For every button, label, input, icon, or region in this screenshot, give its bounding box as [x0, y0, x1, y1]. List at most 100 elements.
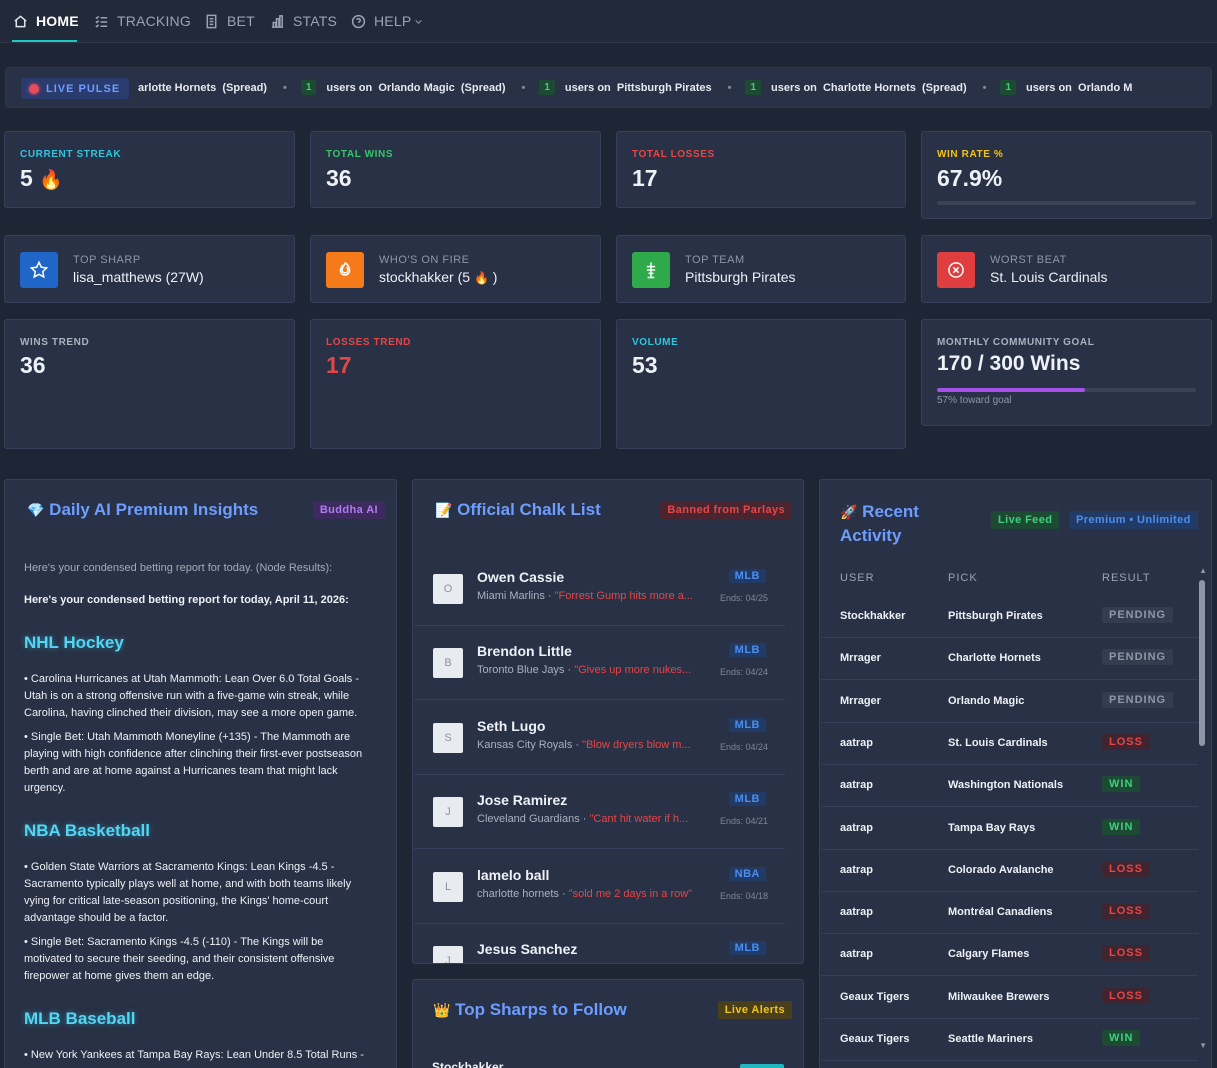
scroll-up-arrow[interactable]: ▲	[1199, 566, 1207, 575]
activity-pick: Pittsburgh Pirates	[948, 610, 1043, 622]
player-name: Jose Ramirez	[477, 792, 568, 808]
player-quote: "Cant hit water if h...	[589, 813, 689, 825]
nav-help-label: HELP	[374, 13, 412, 29]
col-header-result: RESULT	[1102, 572, 1151, 584]
nav-stats-label: STATS	[293, 13, 338, 29]
live-pulse-label: LIVE PULSE	[46, 82, 121, 95]
pulse-count: 1	[300, 80, 317, 95]
nav-tracking[interactable]: TRACKING	[94, 0, 191, 42]
activity-row[interactable]: aatrap Washington Nationals WIN	[821, 765, 1198, 808]
player-name: Owen Cassie	[477, 569, 565, 585]
worst-beat-card: WORST BEAT St. Louis Cardinals	[921, 235, 1212, 303]
avatar: O	[433, 574, 463, 604]
activity-user: aatrap	[840, 948, 874, 961]
live-feed-tag: Live Feed	[991, 511, 1060, 529]
stat-label: VOLUME	[632, 337, 679, 348]
player-team-quote: Cleveland Guardians · "Cant hit water if…	[477, 813, 689, 825]
result-badge: LOSS	[1102, 860, 1150, 877]
highlight-value[interactable]: stockhakker (5 🔥 )	[379, 269, 497, 285]
result-badge: PENDING	[1102, 691, 1174, 708]
player-team: charlotte hornets	[477, 888, 559, 900]
win-rate-card: WIN RATE % 67.9%	[921, 131, 1212, 219]
top-team-icon-box	[632, 252, 670, 288]
stat-value: 36	[20, 352, 46, 378]
ends-date: Ends: 04/24	[719, 667, 768, 677]
league-badge: MLB	[728, 792, 766, 806]
activity-title-line2: Activity	[840, 526, 902, 545]
activity-user: Geaux Tigers	[840, 990, 910, 1003]
premium-tag: Premium • Unlimited	[1069, 511, 1198, 529]
chalk-row[interactable]: O Owen Cassie Miami Marlins · "Forrest Gum…	[414, 552, 785, 626]
chevron-down-icon	[415, 19, 423, 24]
fire-icon: 🔥	[39, 170, 63, 191]
highlight-value[interactable]: St. Louis Cardinals	[990, 269, 1108, 285]
receipt-icon	[206, 14, 217, 28]
activity-user: Stockhakker	[840, 610, 906, 622]
chalk-row[interactable]: B Brendon Little Toronto Blue Jays · "Give…	[414, 626, 785, 700]
activity-pick: Tampa Bay Rays	[948, 821, 1036, 834]
stat-label: WIN RATE %	[937, 149, 1004, 160]
pulse-separator: •	[282, 81, 287, 94]
top-team-card: TOP TEAM Pittsburgh Pirates	[616, 235, 906, 303]
goal-note: 57% toward goal	[937, 395, 1012, 406]
chalk-row[interactable]: S Seth Lugo Kansas City Royals · "Blow dry…	[414, 701, 785, 775]
activity-pick: Colorado Avalanche	[948, 863, 1054, 876]
activity-row[interactable]: aatrap Calgary Flames LOSS	[821, 934, 1198, 977]
activity-row[interactable]: Mrrager Orlando Magic PENDING	[821, 681, 1198, 723]
highlight-value[interactable]: Pittsburgh Pirates	[685, 269, 796, 285]
nav-home[interactable]: HOME	[13, 0, 79, 42]
activity-row[interactable]: Stockhakker Pittsburgh Pirates PENDING	[821, 596, 1198, 638]
stat-label: LOSSES TREND	[326, 337, 411, 348]
activity-row[interactable]: aatrap Tampa Bay Rays WIN	[821, 808, 1198, 850]
result-badge: LOSS	[1102, 903, 1150, 920]
nav-bet[interactable]: BET	[204, 0, 255, 42]
pulse-item-text: users on Charlotte Hornets (Spread)	[771, 81, 967, 94]
activity-title-line1: Recent	[862, 502, 919, 521]
activity-row[interactable]: Geaux Tigers Milwaukee Brewers LOSS	[821, 977, 1198, 1019]
pulse-item-text: users on Orlando M	[1026, 81, 1133, 94]
chalk-row[interactable]: Llamelo ball charlotte hornets · "sold me…	[414, 850, 785, 924]
sharp-name[interactable]: Stockhakker	[432, 1060, 503, 1068]
live-pulse-badge: LIVE PULSE	[21, 78, 130, 99]
goal-progress-fill	[937, 388, 1085, 392]
player-name: lamelo ball	[477, 867, 550, 883]
league-badge: MLB	[728, 569, 766, 583]
activity-row[interactable]: aatrap St. Louis Cardinals LOSS	[821, 723, 1198, 765]
nav-stats[interactable]: STATS	[270, 0, 337, 42]
activity-row[interactable]: aatrap Montréal Canadiens LOSS	[821, 892, 1198, 935]
flame-icon	[339, 261, 351, 276]
chalk-row[interactable]: J Jesus Sanchez Toronto Blue Jays · "Could…	[414, 924, 785, 963]
highlight-value[interactable]: lisa_matthews (27W)	[73, 269, 204, 285]
nav-help[interactable]: HELP	[351, 0, 423, 42]
total-wins-card: TOTAL WINS 36	[310, 131, 601, 208]
player-quote: "Gives up more nukes...	[574, 664, 692, 676]
stat-label: MONTHLY COMMUNITY GOAL	[937, 337, 1095, 348]
on-fire-user: stockhakker (5	[379, 269, 471, 285]
highlight-label: TOP SHARP	[73, 254, 141, 266]
activity-row[interactable]: Mrrager Charlotte Hornets PENDING	[821, 638, 1198, 681]
win-rate-progress	[937, 201, 1196, 205]
activity-scrollbar[interactable]	[1199, 580, 1205, 746]
activity-row[interactable]: Geaux Tigers Seattle Mariners WIN	[821, 1019, 1198, 1061]
chalk-row[interactable]: J Jose Ramirez Cleveland Guardians · "Cant…	[414, 775, 785, 849]
activity-pick: Montréal Canadiens	[948, 906, 1053, 919]
player-team-quote: Toronto Blue Jays · "Gives up more nukes…	[477, 664, 692, 676]
chalk-list-panel: 📝 Official Chalk List Banned from Parlay…	[412, 479, 804, 964]
sharp-badge	[740, 1064, 784, 1068]
trophy-icon	[646, 262, 656, 279]
stat-value: 5 🔥	[20, 165, 63, 192]
memo-icon: 📝	[435, 502, 453, 518]
result-badge: PENDING	[1102, 649, 1174, 666]
activity-user: Mrrager	[840, 694, 881, 707]
insights-title-text: Daily AI Premium Insights	[49, 500, 259, 519]
avatar: B	[433, 648, 463, 678]
league-badge: MLB	[728, 643, 766, 657]
stat-value: 53	[632, 352, 658, 378]
pulse-separator: •	[727, 81, 732, 94]
scroll-down-arrow[interactable]: ▼	[1199, 1041, 1207, 1050]
activity-user: Mrrager	[840, 652, 881, 665]
recent-activity-panel: 🚀 Recent Activity Live Feed Premium • Un…	[819, 479, 1212, 1068]
activity-row[interactable]: aatrap Colorado Avalanche LOSS	[821, 850, 1198, 892]
avatar: L	[433, 872, 463, 902]
insight-bullet: • Single Bet: Utah Mammoth Moneyline (+1…	[24, 731, 363, 794]
